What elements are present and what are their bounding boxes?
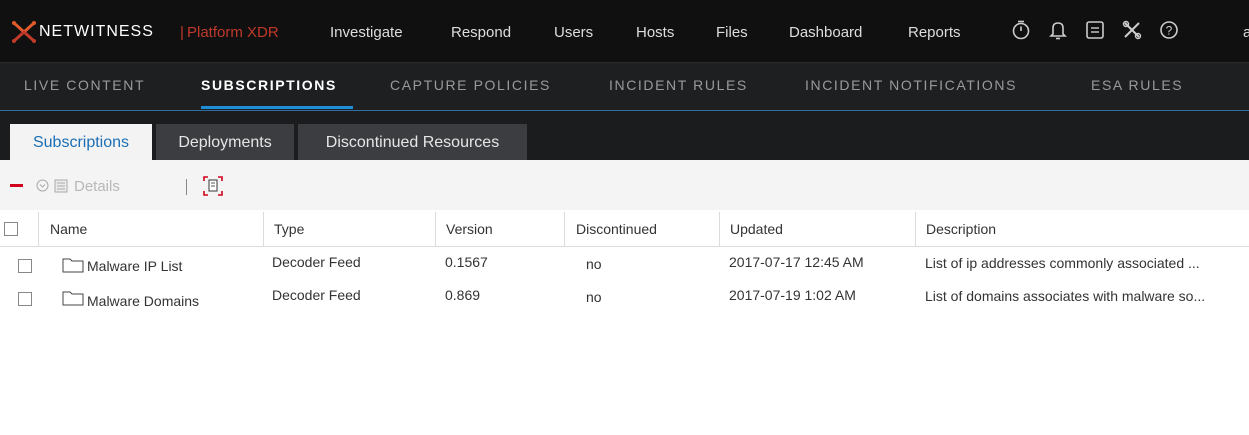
tab-discontinued-resources[interactable]: Discontinued Resources	[298, 124, 527, 161]
row-checkbox[interactable]	[18, 292, 32, 306]
column-divider	[719, 212, 720, 246]
row-discontinued: no	[586, 256, 602, 272]
table-header: Name Type Version Discontinued Updated D…	[0, 212, 1249, 247]
user-menu[interactable]: a	[1243, 24, 1249, 41]
row-description: List of ip addresses commonly associated…	[925, 255, 1200, 271]
column-divider	[915, 212, 916, 246]
table-row[interactable]: Malware IP List Decoder Feed 0.1567 no 2…	[0, 250, 1249, 280]
select-all-checkbox[interactable]	[4, 222, 18, 236]
column-header-version[interactable]: Version	[446, 221, 493, 237]
tab-strip: Subscriptions Deployments Discontinued R…	[0, 110, 1249, 161]
help-icon[interactable]: ?	[1158, 19, 1180, 41]
row-type: Decoder Feed	[272, 287, 361, 303]
delete-button[interactable]	[10, 184, 23, 187]
scan-document-icon[interactable]	[202, 175, 224, 202]
details-button[interactable]: Details	[74, 178, 120, 195]
active-subnav-indicator	[201, 106, 353, 109]
row-checkbox[interactable]	[18, 259, 32, 273]
toolbar-divider	[186, 179, 187, 195]
table-row[interactable]: Malware Domains Decoder Feed 0.869 no 20…	[0, 283, 1249, 313]
column-divider	[38, 212, 39, 246]
column-header-discontinued[interactable]: Discontinued	[576, 221, 657, 237]
nav-respond[interactable]: Respond	[451, 24, 511, 41]
row-updated: 2017-07-19 1:02 AM	[729, 287, 856, 303]
nav-investigate[interactable]: Investigate	[330, 24, 403, 41]
folder-icon	[62, 257, 84, 278]
chevron-down-circle-icon[interactable]	[36, 179, 49, 197]
row-version: 0.1567	[445, 254, 488, 270]
column-header-name[interactable]: Name	[50, 221, 87, 237]
subnav-incident-rules[interactable]: INCIDENT RULES	[609, 77, 748, 93]
bell-icon[interactable]	[1047, 19, 1069, 41]
row-name[interactable]: Malware Domains	[87, 293, 199, 309]
document-icon[interactable]	[1084, 19, 1106, 41]
row-name[interactable]: Malware IP List	[87, 258, 182, 274]
netwitness-logo-icon	[11, 20, 37, 44]
subnav-incident-notifications[interactable]: INCIDENT NOTIFICATIONS	[805, 77, 1017, 93]
column-divider	[564, 212, 565, 246]
details-icon	[54, 179, 68, 198]
row-updated: 2017-07-17 12:45 AM	[729, 254, 864, 270]
row-discontinued: no	[586, 289, 602, 305]
brand-separator: |	[180, 24, 184, 41]
nav-files[interactable]: Files	[716, 24, 748, 41]
column-header-type[interactable]: Type	[274, 221, 304, 237]
toolbar: Details	[0, 160, 1249, 210]
subnav-live-content[interactable]: LIVE CONTENT	[24, 77, 145, 93]
brand-product: Platform XDR	[187, 24, 279, 41]
nav-dashboard[interactable]: Dashboard	[789, 24, 862, 41]
tab-deployments[interactable]: Deployments	[156, 124, 294, 161]
column-header-description[interactable]: Description	[926, 221, 996, 237]
row-description: List of domains associates with malware …	[925, 288, 1206, 304]
svg-text:?: ?	[1166, 24, 1173, 38]
row-type: Decoder Feed	[272, 254, 361, 270]
subnav-esa-rules[interactable]: ESA RULES	[1091, 77, 1183, 93]
nav-users[interactable]: Users	[554, 24, 593, 41]
row-version: 0.869	[445, 287, 481, 303]
nav-hosts[interactable]: Hosts	[636, 24, 674, 41]
tab-subscriptions[interactable]: Subscriptions	[10, 124, 152, 161]
subnav-subscriptions[interactable]: SUBSCRIPTIONS	[201, 77, 337, 93]
folder-icon	[62, 290, 84, 311]
column-header-updated[interactable]: Updated	[730, 221, 783, 237]
sub-navbar: LIVE CONTENT SUBSCRIPTIONS CAPTURE POLIC…	[0, 62, 1249, 111]
column-divider	[435, 212, 436, 246]
top-navbar: NETWITNESS | Platform XDR Investigate Re…	[0, 0, 1249, 62]
brand-name: NETWITNESS	[39, 23, 154, 40]
column-divider	[263, 212, 264, 246]
nav-reports[interactable]: Reports	[908, 24, 961, 41]
stopwatch-icon[interactable]	[1010, 19, 1032, 41]
tools-icon[interactable]	[1121, 19, 1143, 41]
subnav-capture-policies[interactable]: CAPTURE POLICIES	[390, 77, 551, 93]
